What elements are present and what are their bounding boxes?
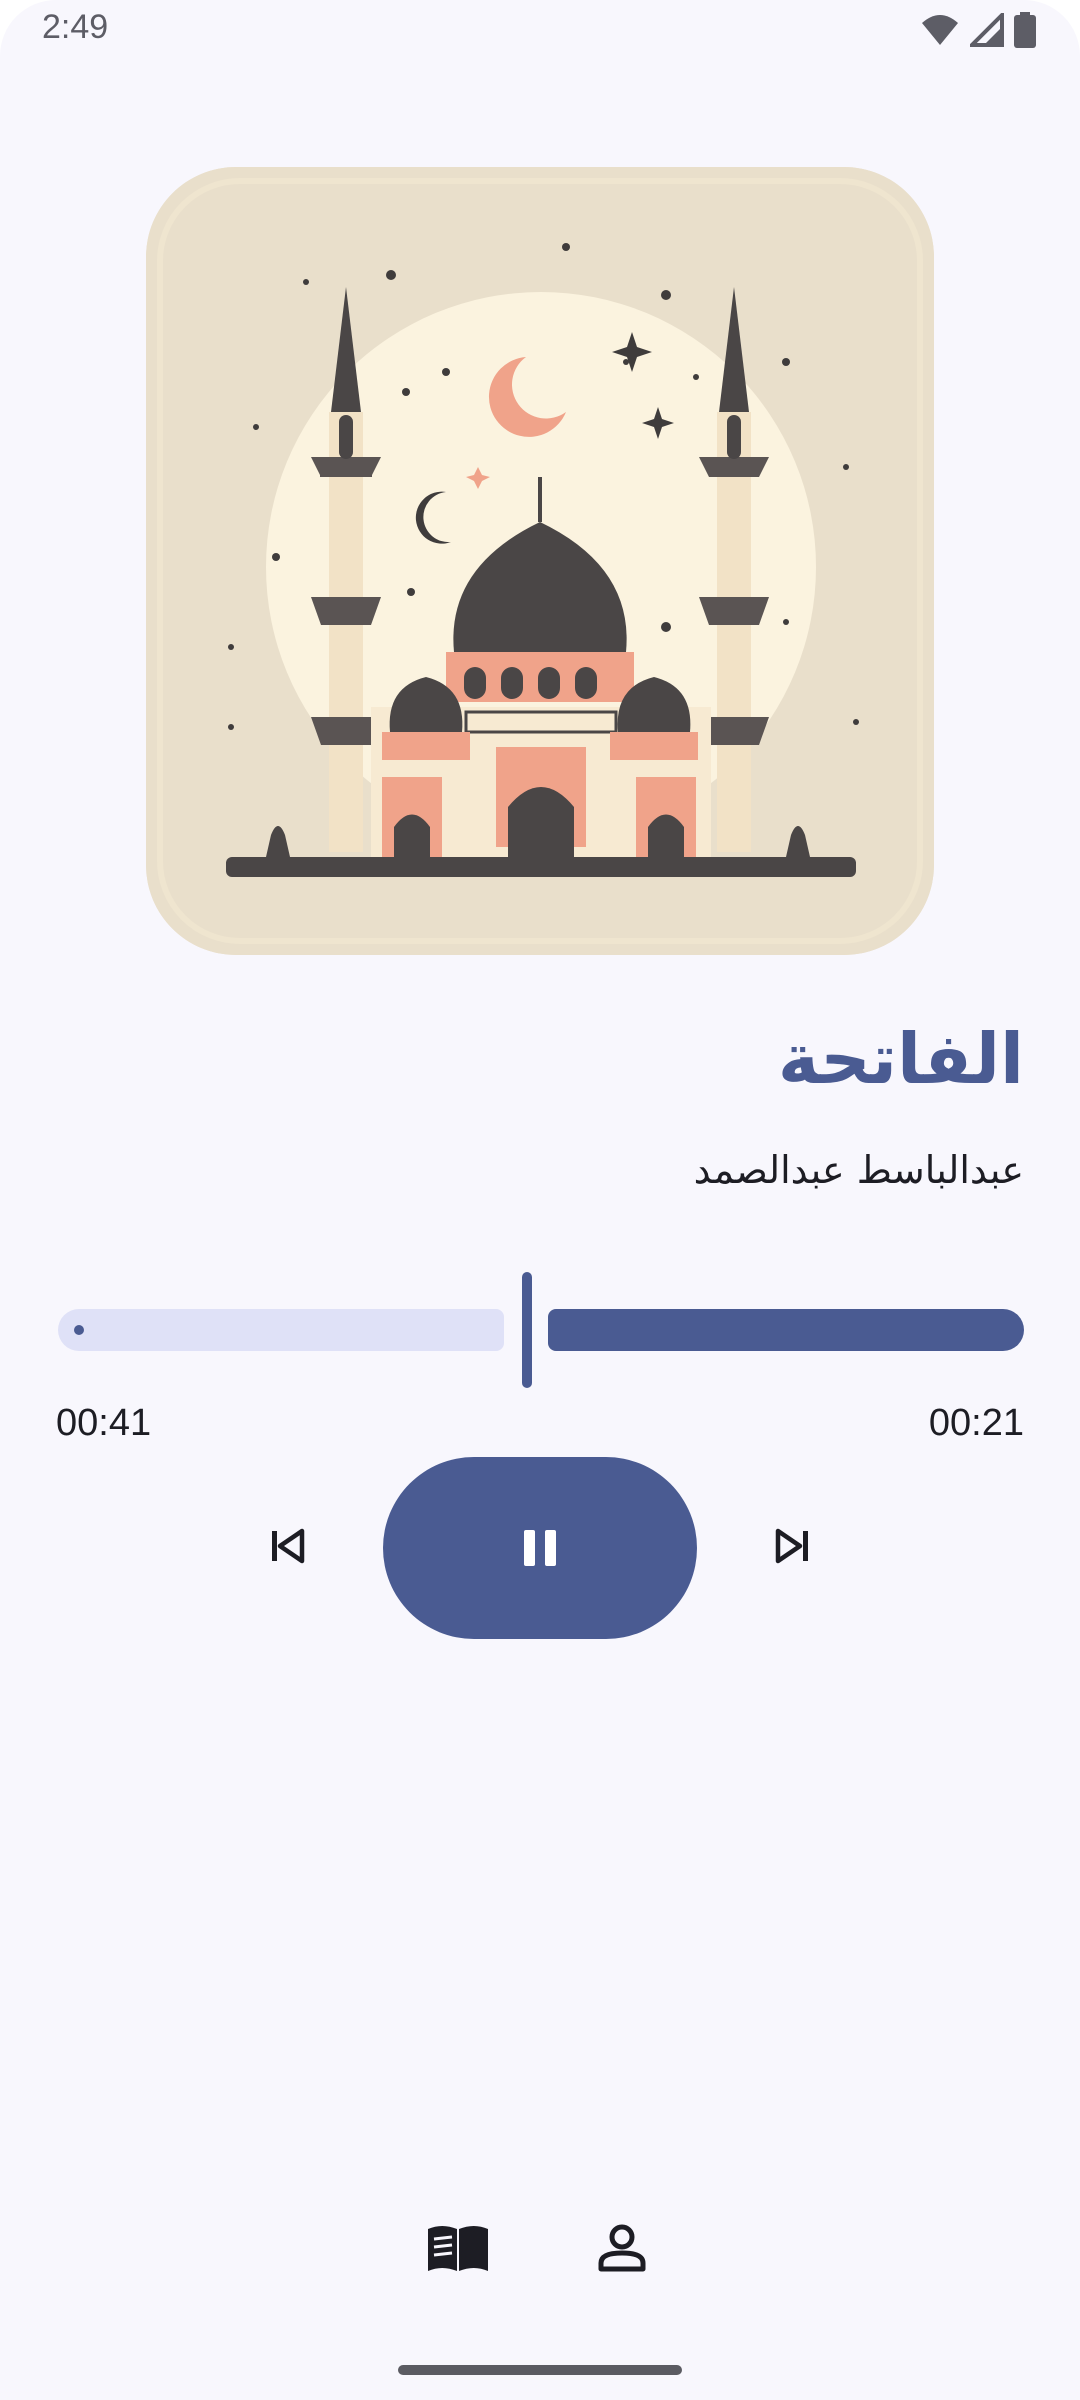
status-bar: 2:49: [0, 0, 1080, 64]
play-pause-button[interactable]: [383, 1457, 697, 1639]
wifi-icon: [920, 13, 960, 51]
reciter-name: عبدالباسط عبدالصمد: [693, 1148, 1024, 1192]
status-time: 2:49: [42, 8, 109, 46]
battery-icon: [1014, 12, 1036, 52]
slider-track-active[interactable]: [548, 1309, 1024, 1351]
cellular-signal-icon: [967, 10, 1004, 51]
slider-track-inactive[interactable]: [58, 1309, 504, 1351]
slider-stop-indicator: [74, 1325, 84, 1335]
time-remaining: 00:21: [928, 1402, 1024, 1444]
nav-item-book[interactable]: [420, 2210, 496, 2286]
book-icon: [428, 2226, 488, 2271]
person-icon: [598, 2224, 646, 2272]
skip-next-button[interactable]: [756, 1510, 828, 1582]
skip-next-icon: [775, 1528, 808, 1564]
nav-item-profile[interactable]: [584, 2210, 660, 2286]
status-icons: [920, 10, 1036, 52]
track-title: الفاتحة: [777, 1018, 1024, 1100]
pause-icon: [524, 1530, 556, 1566]
mosque-illustration: [146, 167, 934, 955]
skip-previous-icon: [272, 1528, 305, 1564]
player-screen: 2:49 الفاتحة عبدالباسط عبدالصمد 00:41 00…: [0, 0, 1080, 2400]
time-elapsed: 00:41: [56, 1402, 152, 1444]
skip-previous-button[interactable]: [252, 1510, 324, 1582]
bottom-navigation: [0, 2190, 1080, 2310]
slider-thumb[interactable]: [522, 1272, 532, 1388]
album-artwork: [146, 167, 934, 955]
seek-slider[interactable]: [56, 1270, 1024, 1390]
gesture-navigation-bar[interactable]: [398, 2365, 682, 2375]
